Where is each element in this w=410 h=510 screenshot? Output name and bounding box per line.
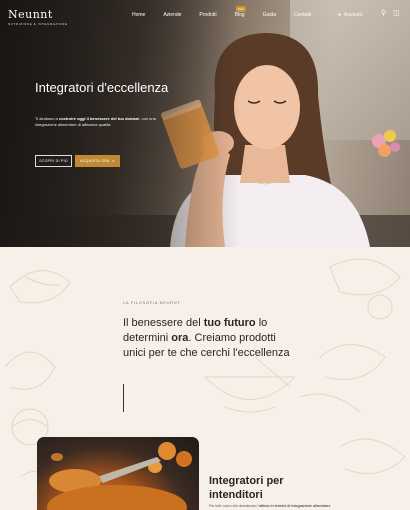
brand-tagline: NUTRIZIONE E INTEGRAZIONE [8, 22, 68, 26]
arrow-right-icon: ▸ [112, 159, 115, 163]
nav-item-home[interactable]: Home [132, 12, 145, 18]
hero-section: Neunnt NUTRIZIONE E INTEGRAZIONE Home Az… [0, 0, 410, 247]
nav-item-aziende[interactable]: Aziende [163, 12, 181, 18]
brand-name: Neunnt [8, 8, 53, 21]
hero-title: Integratori d'eccellenza [35, 80, 169, 95]
account-link[interactable]: ● Account [338, 12, 362, 18]
buy-now-button[interactable]: ACQUISTA ORA ▸ [75, 155, 120, 167]
user-icon: ● [338, 12, 342, 18]
account-label: Account [344, 12, 363, 18]
search-icon[interactable]: ⚲ [381, 10, 386, 18]
buy-now-label: ACQUISTA ORA [80, 159, 110, 163]
vertical-divider [123, 384, 124, 412]
discover-more-button[interactable]: SCOPRI DI PIÙ [35, 155, 72, 167]
new-badge: New [235, 6, 246, 12]
top-navigation: Neunnt NUTRIZIONE E INTEGRAZIONE Home Az… [0, 0, 410, 30]
cart-icon[interactable]: ◫ [393, 10, 400, 18]
philosophy-lead: Il benessere del tuo futuro lo determini… [123, 317, 290, 359]
nav-item-blog-label: Blog [234, 12, 245, 18]
spices-image [37, 437, 199, 510]
nav-item-guida[interactable]: Guida [263, 12, 276, 18]
spices-illustration [47, 442, 192, 510]
brand-logo[interactable]: Neunnt NUTRIZIONE E INTEGRAZIONE [8, 8, 68, 26]
nav-item-contatti[interactable]: Contatti [294, 12, 311, 18]
feature-title: Integratori per intenditori [209, 475, 284, 501]
botanical-doodles-right [299, 258, 406, 474]
main-menu: Home Aziende Prodotti New Blog Guida Cont… [132, 6, 329, 18]
hero-description: Ti aiutiamo a costruire oggi il benesser… [35, 116, 156, 127]
nav-item-blog[interactable]: New Blog [234, 6, 246, 18]
nav-item-prodotti[interactable]: Prodotti [199, 12, 216, 18]
feature-description: Per tutti coloro che desiderano l'ottimo… [209, 504, 331, 508]
section-eyebrow: LA FILOSOFIA NEURNT [123, 300, 181, 305]
nav-icons: ⚲ ◫ [381, 10, 400, 18]
